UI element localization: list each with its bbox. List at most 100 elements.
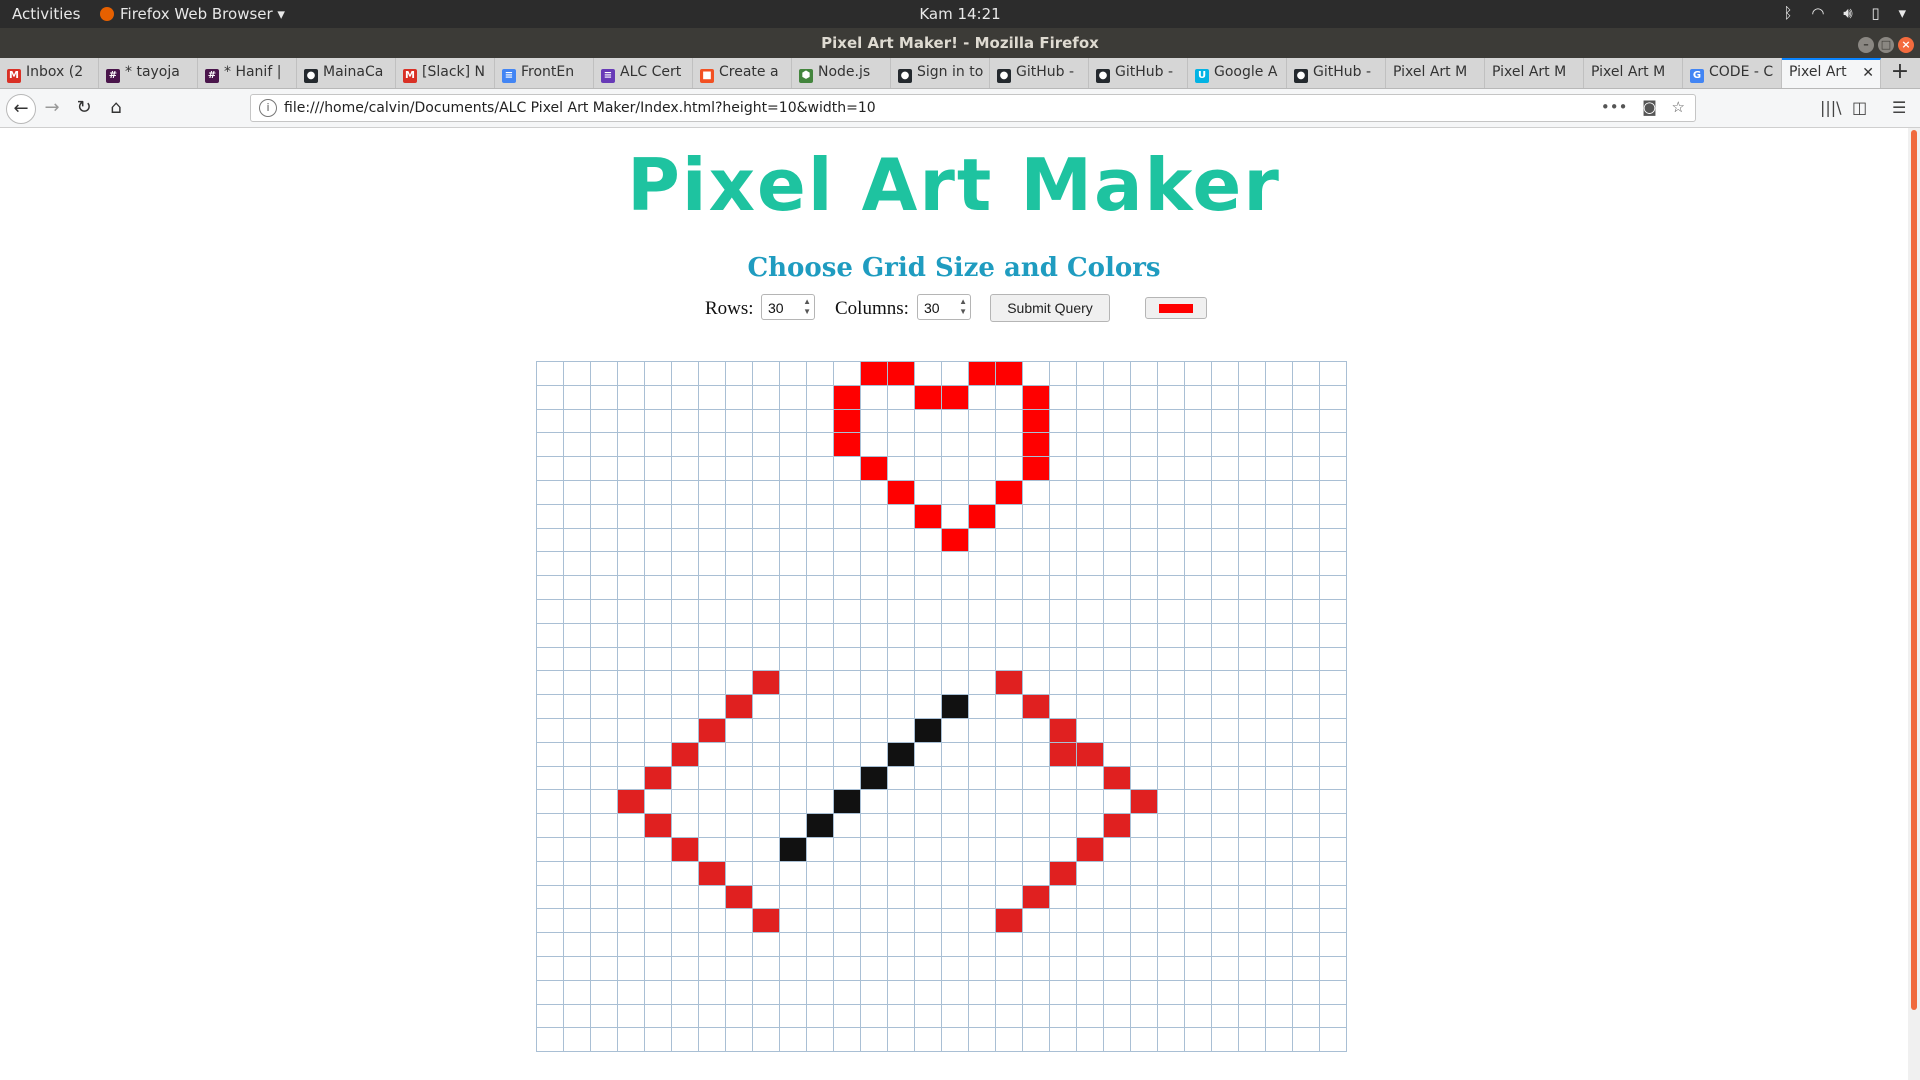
browser-tab[interactable]: ■ Create a — [693, 58, 792, 88]
grid-cell[interactable] — [644, 384, 672, 410]
grid-cell[interactable] — [1022, 789, 1050, 815]
grid-cell[interactable] — [563, 1027, 591, 1053]
grid-cell[interactable] — [1103, 622, 1131, 648]
grid-cell[interactable] — [698, 384, 726, 410]
grid-cell[interactable] — [1265, 622, 1293, 648]
grid-cell[interactable] — [536, 527, 564, 553]
grid-cell[interactable] — [698, 1027, 726, 1053]
grid-cell[interactable] — [1292, 646, 1320, 672]
grid-cell[interactable] — [1022, 527, 1050, 553]
grid-cell[interactable] — [887, 932, 915, 957]
grid-cell[interactable] — [968, 741, 996, 767]
grid-cell[interactable] — [1130, 1027, 1158, 1053]
grid-cell[interactable] — [563, 694, 591, 719]
grid-cell[interactable] — [1265, 836, 1293, 862]
grid-cell[interactable] — [644, 456, 672, 481]
grid-cell[interactable] — [833, 361, 861, 386]
grid-cell[interactable] — [1103, 646, 1131, 672]
grid-cell[interactable] — [1130, 479, 1158, 505]
grid-cell[interactable] — [806, 527, 834, 553]
grid-cell[interactable] — [1319, 408, 1347, 434]
grid-cell[interactable] — [1238, 503, 1266, 529]
grid-cell[interactable] — [644, 836, 672, 862]
grid-cell[interactable] — [1049, 1003, 1077, 1029]
grid-cell[interactable] — [968, 1027, 996, 1053]
grid-cell[interactable] — [914, 694, 942, 719]
grid-cell[interactable] — [725, 694, 753, 719]
grid-cell[interactable] — [1049, 622, 1077, 648]
grid-cell[interactable] — [617, 361, 645, 386]
grid-cell[interactable] — [1292, 622, 1320, 648]
grid-cell[interactable] — [698, 717, 726, 743]
grid-cell[interactable] — [1157, 408, 1185, 434]
grid-cell[interactable] — [698, 646, 726, 672]
grid-cell[interactable] — [671, 456, 699, 481]
grid-cell[interactable] — [563, 908, 591, 934]
grid-cell[interactable] — [887, 551, 915, 577]
grid-cell[interactable] — [806, 694, 834, 719]
grid-cell[interactable] — [1292, 551, 1320, 577]
grid-cell[interactable] — [1292, 932, 1320, 957]
system-menu-icon[interactable]: ▾ — [1898, 4, 1906, 22]
grid-cell[interactable] — [1076, 955, 1104, 981]
grid-cell[interactable] — [1103, 670, 1131, 696]
grid-cell[interactable] — [563, 479, 591, 505]
grid-cell[interactable] — [671, 836, 699, 862]
grid-cell[interactable] — [860, 860, 888, 886]
grid-cell[interactable] — [1130, 979, 1158, 1005]
grid-cell[interactable] — [914, 1003, 942, 1029]
close-tab-icon[interactable]: ✕ — [1862, 65, 1874, 81]
grid-cell[interactable] — [1184, 598, 1212, 624]
grid-cell[interactable] — [1184, 456, 1212, 481]
grid-cell[interactable] — [860, 575, 888, 600]
grid-cell[interactable] — [671, 955, 699, 981]
browser-tab[interactable]: G CODE - C — [1683, 58, 1782, 88]
grid-cell[interactable] — [752, 408, 780, 434]
grid-cell[interactable] — [644, 717, 672, 743]
grid-cell[interactable] — [536, 1027, 564, 1053]
grid-cell[interactable] — [995, 789, 1023, 815]
grid-cell[interactable] — [968, 646, 996, 672]
grid-cell[interactable] — [671, 527, 699, 553]
grid-cell[interactable] — [887, 1003, 915, 1029]
grid-cell[interactable] — [995, 598, 1023, 624]
grid-cell[interactable] — [941, 1003, 969, 1029]
grid-cell[interactable] — [752, 908, 780, 934]
grid-cell[interactable] — [590, 979, 618, 1005]
grid-cell[interactable] — [1103, 551, 1131, 577]
grid-cell[interactable] — [563, 789, 591, 815]
grid-cell[interactable] — [752, 456, 780, 481]
grid-cell[interactable] — [617, 979, 645, 1005]
grid-cell[interactable] — [1292, 741, 1320, 767]
grid-cell[interactable] — [725, 789, 753, 815]
grid-cell[interactable] — [725, 384, 753, 410]
grid-cell[interactable] — [1022, 741, 1050, 767]
grid-cell[interactable] — [968, 384, 996, 410]
grid-cell[interactable] — [1157, 884, 1185, 910]
grid-cell[interactable] — [941, 527, 969, 553]
grid-cell[interactable] — [671, 384, 699, 410]
grid-cell[interactable] — [1076, 670, 1104, 696]
grid-cell[interactable] — [1022, 622, 1050, 648]
grid-cell[interactable] — [806, 670, 834, 696]
grid-cell[interactable] — [1157, 1003, 1185, 1029]
grid-cell[interactable] — [941, 551, 969, 577]
grid-cell[interactable] — [779, 622, 807, 648]
grid-cell[interactable] — [752, 932, 780, 957]
grid-cell[interactable] — [1238, 765, 1266, 791]
grid-cell[interactable] — [617, 741, 645, 767]
grid-cell[interactable] — [1238, 551, 1266, 577]
grid-cell[interactable] — [1238, 622, 1266, 648]
grid-cell[interactable] — [1157, 622, 1185, 648]
grid-cell[interactable] — [887, 575, 915, 600]
grid-cell[interactable] — [995, 456, 1023, 481]
grid-cell[interactable] — [833, 527, 861, 553]
grid-cell[interactable] — [1076, 860, 1104, 886]
grid-cell[interactable] — [806, 598, 834, 624]
grid-cell[interactable] — [779, 361, 807, 386]
grid-cell[interactable] — [914, 503, 942, 529]
grid-cell[interactable] — [914, 789, 942, 815]
grid-cell[interactable] — [644, 598, 672, 624]
grid-cell[interactable] — [1292, 789, 1320, 815]
grid-cell[interactable] — [1049, 1027, 1077, 1053]
